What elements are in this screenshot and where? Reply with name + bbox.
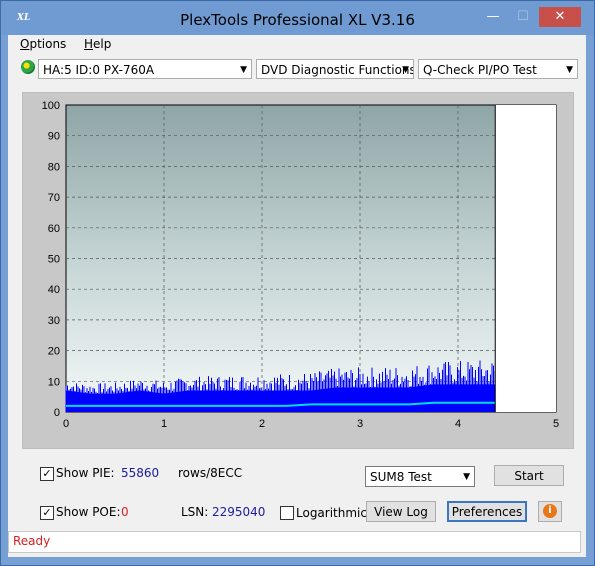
- test-select-value: Q-Check PI/PO Test: [423, 63, 537, 77]
- show-poe-checkbox[interactable]: ✓: [40, 506, 54, 520]
- show-pie-label: Show PIE:: [56, 466, 115, 480]
- view-log-button[interactable]: View Log: [366, 501, 436, 522]
- y-tick-label: 100: [42, 100, 60, 112]
- menu-options[interactable]: Options: [20, 37, 66, 51]
- pi-po-chart: 0 10 20 30 40 50 60 70 80 90 100 0 1 2 3 4 5: [42, 100, 559, 430]
- pie-unit: rows/8ECC: [178, 466, 243, 480]
- title-bar[interactable]: XL PlexTools Professional XL V3.16 — ☐ ✕: [1, 1, 594, 35]
- lsn-label: LSN:: [181, 505, 209, 519]
- control-panel: ✓ Show PIE: 55860 rows/8ECC ✓ Show POE: …: [8, 449, 586, 529]
- x-tick-label: 2: [259, 418, 265, 430]
- menu-options-rest: ptions: [29, 37, 67, 51]
- client-area: Options Help HA:5 ID:0 PX-760A ▼ DVD Diag…: [8, 35, 586, 557]
- menu-help-mnemonic: H: [84, 37, 94, 51]
- y-tick-label: 80: [48, 161, 60, 173]
- test-select[interactable]: Q-Check PI/PO Test ▼: [418, 59, 578, 79]
- chevron-down-icon: ▼: [463, 472, 470, 482]
- y-axis: 0 10 20 30 40 50 60 70 80 90 100: [42, 100, 60, 419]
- x-axis: 0 1 2 3 4 5: [63, 418, 559, 430]
- start-button[interactable]: Start: [494, 465, 564, 486]
- status-text: Ready: [13, 534, 51, 548]
- drive-select[interactable]: HA:5 ID:0 PX-760A ▼: [38, 59, 252, 79]
- app-window: XL PlexTools Professional XL V3.16 — ☐ ✕…: [0, 0, 595, 566]
- x-tick-label: 5: [553, 418, 559, 430]
- menu-help-rest: elp: [93, 37, 112, 51]
- logarithmic-label: Logarithmic: [296, 506, 367, 520]
- logarithmic-checkbox[interactable]: [280, 506, 294, 520]
- close-button[interactable]: ✕: [539, 7, 581, 27]
- menu-help[interactable]: Help: [84, 37, 111, 51]
- y-tick-label: 90: [48, 131, 60, 143]
- y-tick-label: 30: [48, 315, 60, 327]
- maximize-button[interactable]: ☐: [509, 7, 537, 27]
- y-tick-label: 0: [54, 407, 60, 419]
- chevron-down-icon: ▼: [566, 65, 573, 75]
- y-tick-label: 50: [48, 254, 60, 266]
- menu-bar: Options Help: [8, 35, 586, 54]
- show-pie-checkbox[interactable]: ✓: [40, 467, 54, 481]
- x-tick-label: 3: [357, 418, 363, 430]
- y-tick-label: 20: [48, 346, 60, 358]
- pie-value: 55860: [121, 466, 160, 480]
- x-tick-label: 4: [455, 418, 461, 430]
- chart-frame: 0 10 20 30 40 50 60 70 80 90 100 0 1 2 3 4 5: [22, 92, 574, 449]
- y-tick-label: 10: [48, 376, 60, 388]
- x-tick-label: 0: [63, 418, 69, 430]
- function-select-value: DVD Diagnostic Functions: [261, 63, 414, 77]
- unread-region: [495, 105, 556, 412]
- drive-icon: [21, 60, 35, 74]
- show-poe-label: Show POE:: [56, 505, 121, 519]
- info-button[interactable]: i: [538, 501, 562, 522]
- y-tick-label: 60: [48, 223, 60, 235]
- chevron-down-icon: ▼: [240, 65, 247, 75]
- function-select[interactable]: DVD Diagnostic Functions ▼: [256, 59, 414, 79]
- preferences-button[interactable]: Preferences: [447, 501, 527, 522]
- info-icon: i: [543, 504, 557, 518]
- sum-test-select[interactable]: SUM8 Test ▼: [365, 466, 475, 487]
- lsn-value: 2295040: [212, 505, 266, 519]
- y-tick-label: 40: [48, 284, 60, 296]
- x-tick-label: 1: [161, 418, 167, 430]
- drive-select-value: HA:5 ID:0 PX-760A: [43, 63, 155, 77]
- y-tick-label: 70: [48, 192, 60, 204]
- chevron-down-icon: ▼: [402, 65, 409, 75]
- sum-test-value: SUM8 Test: [370, 470, 432, 484]
- minimize-button[interactable]: —: [479, 7, 507, 27]
- status-bar: Ready: [8, 531, 581, 553]
- poe-value: 0: [121, 505, 129, 519]
